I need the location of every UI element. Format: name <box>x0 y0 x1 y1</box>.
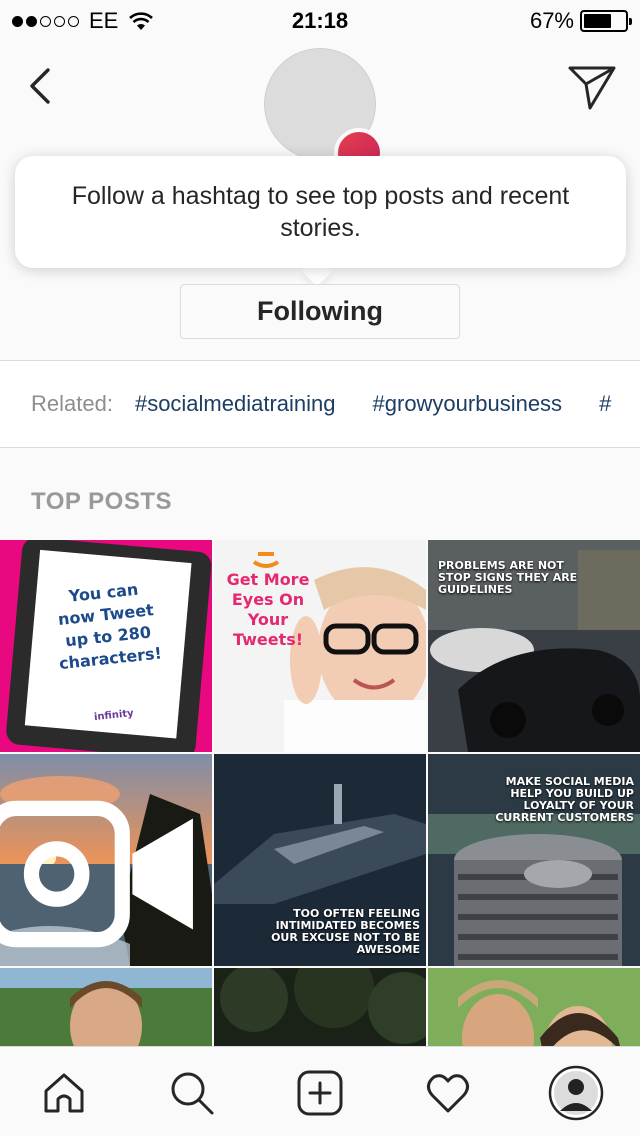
home-icon <box>44 1073 84 1113</box>
battery-icon <box>580 10 632 32</box>
following-button[interactable]: Following <box>180 284 460 339</box>
related-tag-growyourbusiness[interactable]: #growyourbusiness <box>373 391 563 417</box>
post-image <box>428 968 640 1046</box>
post-caption: PROBLEMS ARE NOT STOP SIGNS THEY ARE GUI… <box>438 559 578 596</box>
related-tag-partial[interactable]: # <box>599 391 611 417</box>
battery-level <box>584 14 611 28</box>
post-tile[interactable] <box>214 968 426 1046</box>
tab-profile[interactable] <box>548 1065 604 1121</box>
tooltip-text: Follow a hashtag to see top posts and re… <box>71 182 570 242</box>
direct-message-button[interactable] <box>566 60 618 112</box>
heart-icon <box>427 1074 469 1113</box>
post-tile[interactable] <box>428 968 640 1046</box>
post-caption: MAKE SOCIAL MEDIA HELP YOU BUILD UP LOYA… <box>495 775 634 824</box>
post-caption: Get More Eyes On Your Tweets! <box>226 570 310 649</box>
add-post-icon <box>297 1070 343 1116</box>
tab-new-post[interactable] <box>292 1065 348 1121</box>
post-image <box>0 968 212 1046</box>
top-posts-title: TOP POSTS <box>31 488 172 515</box>
top-posts-grid: You can now Tweet up to 280 characters! … <box>0 540 640 1046</box>
status-right: 67% <box>529 8 632 34</box>
tab-home[interactable] <box>36 1065 92 1121</box>
related-tag-socialmediatraining[interactable]: #socialmediatraining <box>135 391 336 417</box>
follow-hashtag-tooltip[interactable]: Follow a hashtag to see top posts and re… <box>15 156 626 268</box>
post-tile[interactable]: You can now Tweet up to 280 characters! … <box>0 540 212 752</box>
post-tile[interactable]: TOO OFTEN FEELING INTIMIDATED BECOMES OU… <box>214 754 426 966</box>
divider <box>0 447 640 448</box>
tab-search[interactable] <box>164 1065 220 1121</box>
video-icon <box>0 800 193 948</box>
post-tile[interactable]: Get More Eyes On Your Tweets! <box>214 540 426 752</box>
chevron-left-icon <box>30 68 50 104</box>
bottom-tab-bar <box>0 1046 640 1136</box>
related-label: Related: <box>31 391 113 416</box>
post-image <box>214 968 426 1046</box>
back-button[interactable] <box>22 62 62 110</box>
post-caption: TOO OFTEN FEELING INTIMIDATED BECOMES OU… <box>271 907 420 956</box>
status-bar: EE 21:18 67% <box>0 0 640 40</box>
search-icon <box>171 1072 214 1115</box>
battery-percent: 67% <box>529 8 574 33</box>
paper-plane-icon <box>568 66 616 110</box>
post-tile[interactable]: MAKE SOCIAL MEDIA HELP YOU BUILD UP LOYA… <box>428 754 640 966</box>
post-tile[interactable]: PROBLEMS ARE NOT STOP SIGNS THEY ARE GUI… <box>428 540 640 752</box>
related-hashtags: Related: #socialmediatraining #growyourb… <box>0 361 640 447</box>
profile-avatar <box>548 1065 604 1121</box>
post-tile[interactable] <box>0 754 212 966</box>
tab-activity[interactable] <box>420 1065 476 1121</box>
post-caption: You can now Tweet up to 280 characters! <box>57 579 163 674</box>
post-tile[interactable] <box>0 968 212 1046</box>
